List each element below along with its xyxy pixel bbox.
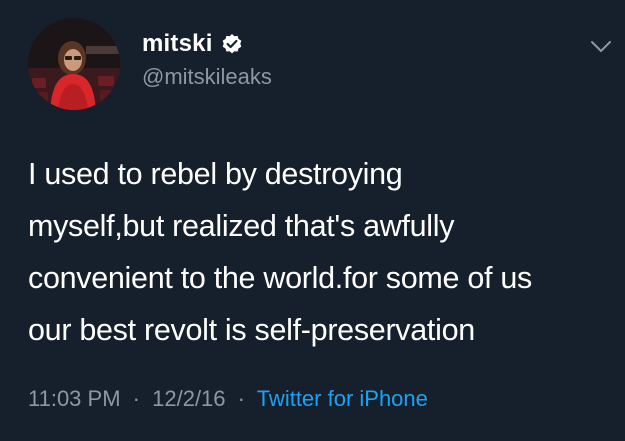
- separator: ·: [237, 386, 245, 411]
- verified-badge-icon: [221, 33, 243, 55]
- tweet-time[interactable]: 11:03 PM: [28, 386, 121, 411]
- tweet-date[interactable]: 12/2/16: [152, 386, 225, 411]
- user-name-row[interactable]: mitski: [142, 30, 243, 58]
- tweet-text-line: I used to rebel by destroying: [28, 157, 403, 191]
- user-handle[interactable]: @mitskileaks: [142, 64, 272, 90]
- chevron-down-icon[interactable]: [590, 40, 612, 54]
- tweet-metadata: 11:03 PM · 12/2/16 · Twitter for iPhone: [28, 386, 428, 412]
- avatar[interactable]: [28, 18, 120, 110]
- tweet-text-line: myself,but realized that's awfully: [28, 209, 455, 243]
- tweet-source-link[interactable]: Twitter for iPhone: [257, 386, 428, 411]
- avatar-image: [28, 18, 120, 110]
- user-name[interactable]: mitski: [142, 30, 213, 58]
- separator: ·: [132, 386, 140, 411]
- tweet-text: I used to rebel by destroying myself,but…: [28, 148, 608, 356]
- tweet-text-line: our best revolt is self-preservation: [28, 313, 475, 347]
- tweet-card: mitski @mitskileaks I used to rebel by d…: [0, 0, 625, 441]
- tweet-text-line: convenient to the world.for some of us: [28, 261, 532, 295]
